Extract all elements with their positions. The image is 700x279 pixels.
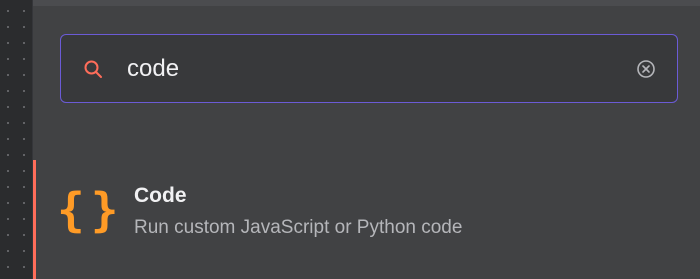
result-description: Run custom JavaScript or Python code — [134, 217, 463, 238]
search-icon — [84, 60, 102, 78]
node-creator-window: {} Code Run custom JavaScript or Python … — [0, 0, 700, 279]
selected-accent-bar — [33, 160, 36, 279]
search-box[interactable] — [60, 34, 678, 103]
search-input[interactable] — [127, 53, 607, 85]
code-braces-icon: {} — [57, 183, 125, 237]
clear-search-icon[interactable] — [636, 59, 656, 79]
result-title: Code — [134, 184, 187, 207]
result-item-code[interactable]: {} Code Run custom JavaScript or Python … — [33, 160, 700, 279]
workflow-canvas[interactable] — [0, 0, 33, 279]
